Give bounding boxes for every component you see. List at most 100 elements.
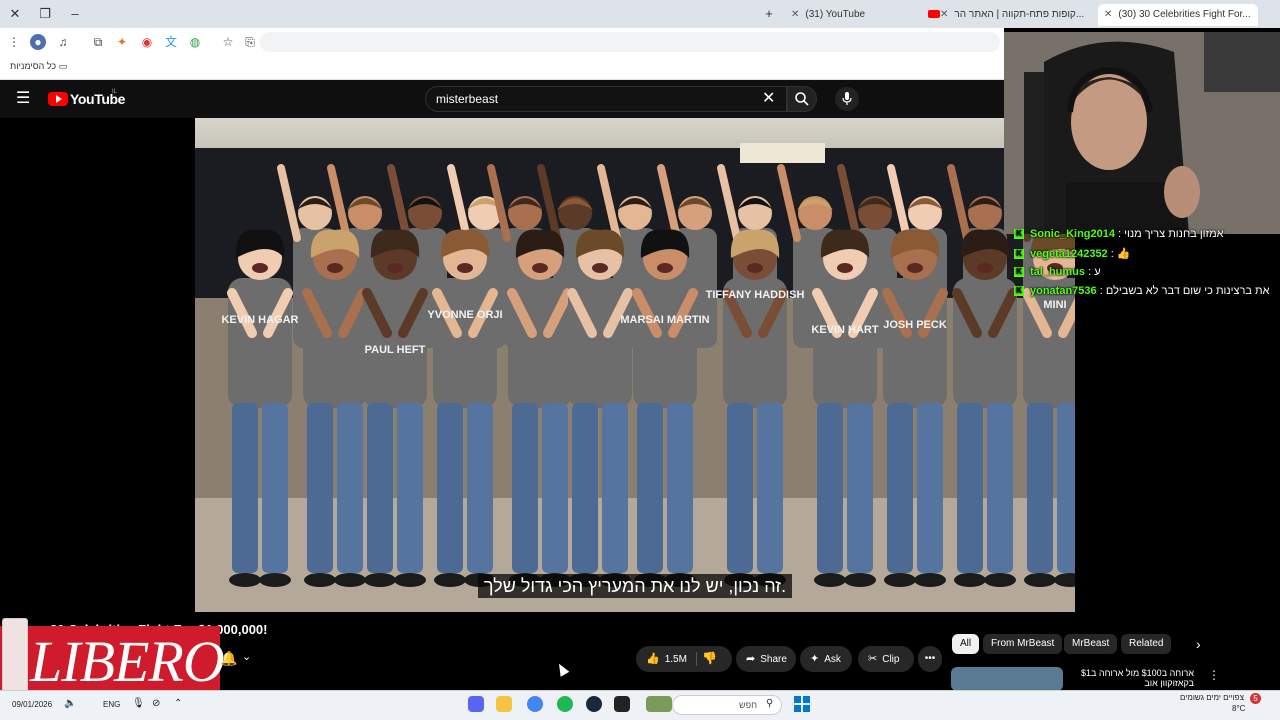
tab-label: (31) YouTube (805, 9, 866, 20)
close-window-icon[interactable]: ✕ (4, 4, 26, 24)
discord-app-icon[interactable] (468, 696, 484, 712)
tab-close-icon[interactable]: ✕ (940, 9, 948, 20)
youtube-favicon-icon (928, 10, 940, 19)
chat-username: vegeta1242352 (1030, 248, 1108, 260)
steam-app-icon[interactable] (586, 696, 602, 712)
perfume-bottle-image (2, 618, 28, 696)
tab-close-icon[interactable]: ✕ (791, 9, 799, 20)
voice-search-button[interactable] (835, 87, 859, 111)
share-icon: ➦ (746, 653, 756, 665)
webcam-frame (1004, 32, 1280, 234)
translate-icon[interactable]: 文 (163, 34, 179, 50)
windows-start-icon[interactable] (794, 696, 810, 712)
youtube-logo-icon[interactable] (48, 92, 68, 106)
bookmark-star-icon[interactable]: ☆ (220, 34, 236, 50)
chat-username: Sonic_King2014 (1030, 228, 1115, 240)
notification-bell-icon[interactable]: 🔔 (220, 650, 237, 667)
media-control-icon[interactable]: ♫ (55, 34, 71, 50)
chevron-down-icon[interactable]: ⌄ (242, 650, 251, 663)
chat-message: K Sonic_King2014 : אמזון בחנות צריך מנוי (1014, 228, 1280, 246)
thumbs-up-icon: 👍 (646, 653, 660, 665)
recommended-thumbnail[interactable] (951, 667, 1063, 691)
tray-chevron-up-icon[interactable]: ⌃ (174, 698, 182, 709)
caption-text: זה נכון, יש לנו את המעריץ הכי גדול שלך. (477, 574, 793, 598)
tab-youtube[interactable]: ✕ (31) YouTube (785, 4, 915, 26)
taskbar-search-icon: ⚲ (766, 698, 774, 709)
microphone-tray-icon[interactable]: 🎙 (132, 698, 145, 709)
thumbs-down-icon: 👎 (702, 651, 717, 665)
network-off-icon[interactable]: ⊘ (152, 698, 160, 709)
files-app-icon[interactable] (496, 696, 512, 712)
minimize-window-icon[interactable]: – (64, 4, 86, 24)
recommended-more-icon[interactable]: ⋮ (1208, 668, 1220, 682)
shirt-name-text: JOSH PECK (883, 319, 947, 331)
menu-dots-icon[interactable]: ⋮ (6, 34, 22, 50)
kick-badge-icon: K (1014, 229, 1024, 240)
scissors-icon: ✂ (868, 653, 878, 665)
chip-related[interactable]: Related (1121, 634, 1172, 654)
search-icon (795, 92, 809, 106)
chevron-right-icon[interactable]: › (1196, 636, 1201, 652)
ask-button[interactable]: ✦ Ask (800, 646, 852, 672)
share-button[interactable]: ➦ Share (736, 646, 796, 672)
chat-message: Ktal_humus : ע (1014, 266, 1280, 284)
youtube-region-code: IL (112, 89, 118, 95)
profile-avatar[interactable]: ● (30, 34, 46, 50)
search-button[interactable] (787, 86, 817, 112)
recommended-title[interactable]: ארוחה ב$100 מול ארוחה ב$1 בקאזוקוון אוב (1068, 668, 1194, 688)
extension-green-icon[interactable]: ◍ (187, 34, 203, 50)
search-input[interactable]: misterbeast (425, 86, 787, 112)
kick-badge-icon: K (1014, 249, 1024, 260)
ask-label: Ask (824, 654, 841, 665)
notification-count-badge[interactable]: 5 (1250, 693, 1261, 704)
shirt-name-text: MARSAI MARTIN (620, 314, 709, 326)
taskbar-date: 09/01/2026 (12, 700, 53, 709)
weather-temperature: 8°C (1232, 704, 1246, 713)
like-count: 1.5M (664, 654, 687, 665)
tab-kupot[interactable]: ✕ קופות פתח-תקווה | האתר הר... (918, 4, 1096, 26)
chip-all[interactable]: All (952, 634, 980, 654)
more-actions-button[interactable]: ••• (918, 646, 942, 672)
hamburger-menu-icon[interactable]: ☰ (16, 90, 32, 108)
language-indicator[interactable]: ENG (103, 700, 120, 709)
tab-celebrities-video[interactable]: ✕ (30) 30 Celebrities Fight For... (1098, 4, 1258, 26)
shirt-name-text: KEVIN HART (811, 324, 879, 336)
address-bar[interactable] (260, 32, 1000, 52)
volume-icon[interactable]: 🔈 (64, 698, 76, 709)
share-label: Share (760, 654, 787, 665)
video-player[interactable]: KEVIN HAGAR PAUL HEFT YVONNE ORJI MARSAI MA… (195, 118, 1075, 612)
dislike-button[interactable]: 👎 (702, 651, 717, 665)
folder-icon: ▭ (58, 61, 68, 71)
kick-badge-icon: K (1014, 267, 1024, 278)
shirt-name-text: TIFFANY HADDISH (706, 289, 805, 301)
spotify-app-icon[interactable] (557, 696, 573, 712)
chat-text: 👍 (1116, 248, 1131, 260)
clip-label: Clip (882, 654, 900, 665)
all-bookmarks-folder[interactable]: כל הסימניות ▭ (10, 61, 67, 72)
libero-brand-logo: LIBERO (30, 629, 225, 694)
mouse-cursor (554, 661, 570, 677)
bookmarks-bar (0, 56, 1004, 80)
like-button[interactable]: 👍 1.5M (636, 646, 732, 672)
terminal-app-icon[interactable] (614, 696, 630, 712)
weather-forecast[interactable]: צפויים ימים גשומים (1180, 693, 1244, 702)
chat-text: ע (1094, 266, 1101, 278)
chrome-app-icon[interactable] (527, 696, 543, 712)
new-tab-icon[interactable]: + (758, 4, 780, 24)
video-frame: KEVIN HAGAR PAUL HEFT YVONNE ORJI MARSAI MA… (195, 118, 1075, 612)
extensions-icon[interactable]: ⧉ (90, 34, 106, 50)
restore-window-icon[interactable]: ❐ (34, 4, 56, 24)
tab-label: קופות פתח-תקווה | האתר הר... (954, 9, 1085, 20)
tab-close-icon[interactable]: ✕ (1104, 9, 1112, 20)
more-dots-icon: ••• (924, 653, 936, 664)
microphone-icon (842, 92, 852, 105)
chip-from-mrbeast[interactable]: From MrBeast (983, 634, 1063, 654)
extension-red-icon[interactable]: ◉ (139, 34, 155, 50)
clip-button[interactable]: ✂ Clip (858, 646, 914, 672)
cast-icon[interactable]: ⎘ (242, 34, 258, 50)
sparkle-icon: ✦ (810, 653, 820, 665)
extension-orange-icon[interactable]: ✦ (114, 34, 130, 50)
chip-mrbeast[interactable]: MrBeast (1064, 634, 1118, 654)
all-bookmarks-label: כל הסימניות (10, 61, 57, 71)
clear-search-icon[interactable]: ✕ (762, 91, 775, 107)
